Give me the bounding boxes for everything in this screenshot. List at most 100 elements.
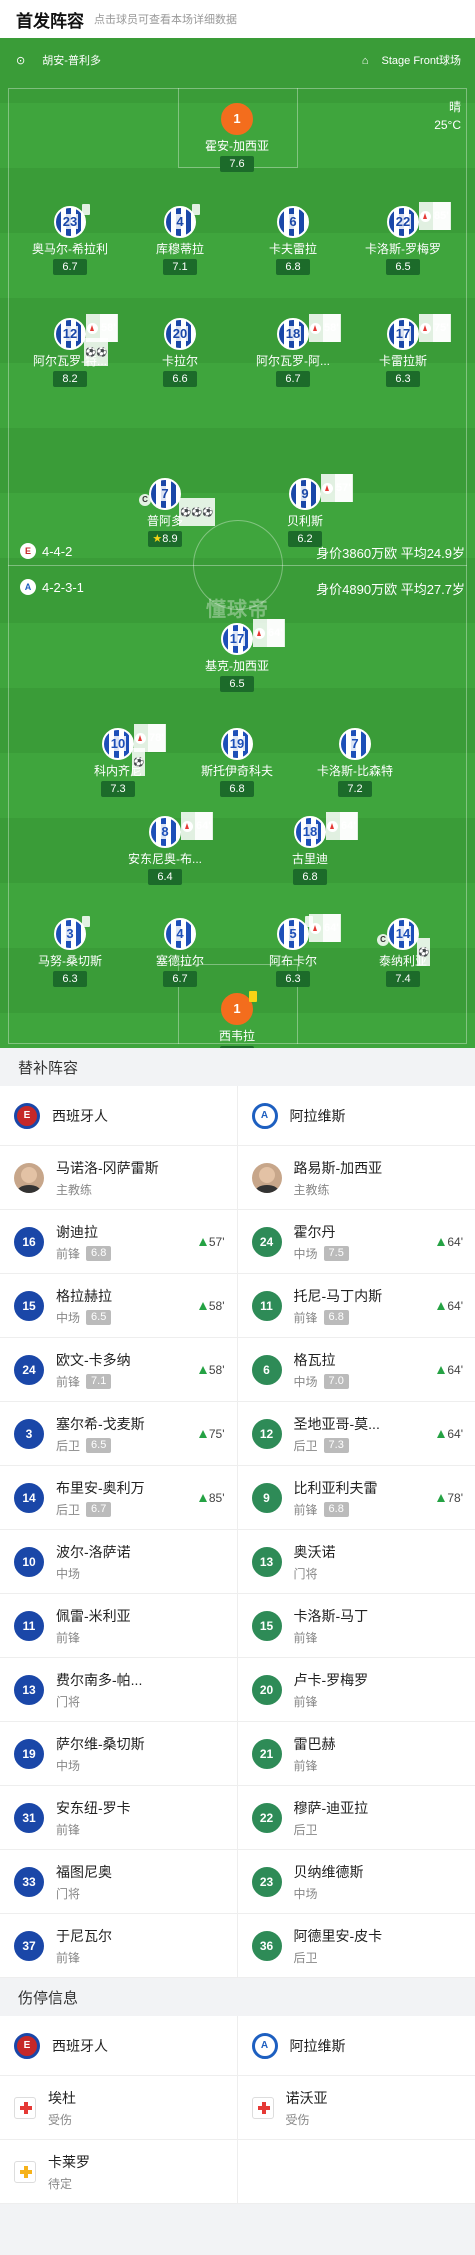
player-rating: 7.5 xyxy=(323,1245,349,1261)
away-player[interactable]: 10 78' ⚽ 科内齐尼 7.3 xyxy=(64,724,172,797)
sub-player-row[interactable]: 14 布里安-奥利万 后卫 6.7 85' xyxy=(0,1466,238,1530)
player-position: 后卫 xyxy=(56,1502,81,1517)
sub-player-row[interactable]: 12 圣地亚哥-莫... 后卫 7.3 64' xyxy=(237,1402,475,1466)
away-player[interactable]: 18 64' 古里迪 6.8 xyxy=(256,812,364,885)
away-player[interactable]: 8 64' 安东尼奥-布... 6.4 xyxy=(111,812,219,885)
sub-player-row[interactable]: 21 雷巴赫 前锋 xyxy=(237,1722,475,1786)
away-player[interactable]: 17 64' 基克-加西亚 6.5 xyxy=(183,619,291,692)
away-coach[interactable]: 路易斯-加西亚 主教练 xyxy=(237,1146,475,1210)
away-player[interactable]: 14 ⚽ C 泰纳利亚 7.4 xyxy=(349,918,457,987)
injury-row[interactable]: 卡莱罗 待定 xyxy=(0,2140,238,2204)
home-player[interactable]: 18 58' 阿尔瓦罗-阿... 6.7 xyxy=(239,314,347,387)
sub-player-row[interactable]: 23 贝纳维德斯 中场 xyxy=(237,1850,475,1914)
home-player[interactable]: 9 57' 贝利斯 6.2 xyxy=(251,474,359,547)
rating-value: 6.3 xyxy=(395,373,411,385)
away-player[interactable]: 4 塞德拉尔 6.7 xyxy=(126,918,234,987)
sub-player-row[interactable]: 20 卢卡-罗梅罗 前锋 xyxy=(237,1658,475,1722)
espanyol-logo-icon: E xyxy=(14,1102,40,1129)
shirt-number-badge: 18 58' xyxy=(277,314,341,350)
shirt-number-badge: 7 ⚽⚽⚽ C xyxy=(139,478,215,526)
home-team-header[interactable]: E 西班牙人 xyxy=(0,2016,238,2076)
player-rating: 6.2 xyxy=(288,531,322,547)
sub-player-row[interactable]: 13 费尔南多-帕... 门将 xyxy=(0,1658,238,1722)
home-player[interactable]: 7 ⚽⚽⚽ C 普阿多 ★8.9 xyxy=(111,478,219,547)
shirt-number-badge: 19 xyxy=(14,1738,44,1769)
shirt-number-badge: 10 78' ⚽ xyxy=(102,724,166,776)
sub-time: 85' xyxy=(208,1490,225,1505)
sub-player-row[interactable]: 15 卡洛斯-马丁 前锋 xyxy=(237,1594,475,1658)
sub-off-indicator: 64' xyxy=(181,812,213,840)
sub-arrow-icon xyxy=(135,732,146,744)
sub-player-row[interactable]: 16 谢迪拉 前锋 6.8 57' xyxy=(0,1210,238,1274)
away-formation: 4-2-3-1 xyxy=(42,579,84,595)
sub-player-row[interactable]: 11 托尼-马丁内斯 前锋 6.8 64' xyxy=(237,1274,475,1338)
rating-value: 6.8 xyxy=(285,261,301,273)
home-team-name: 西班牙人 xyxy=(52,2037,108,2054)
shirt-number-badge: 3 xyxy=(14,1418,44,1449)
sub-player-row[interactable]: 11 佩雷-米利亚 前锋 xyxy=(0,1594,238,1658)
away-player[interactable]: 19 斯托伊奇科夫 6.8 xyxy=(183,728,291,797)
home-player[interactable]: 6 卡夫雷拉 6.8 xyxy=(239,206,347,275)
shirt-number: 4 xyxy=(175,926,185,941)
sub-arrow-icon xyxy=(254,627,265,639)
home-player[interactable]: 12 58' ⚽⚽ 阿尔瓦罗-特... 8.2 xyxy=(16,314,124,387)
sub-player-row[interactable]: 10 波尔-洛萨诺 中场 xyxy=(0,1530,238,1594)
coach-name: 马诺洛-冈萨雷斯 xyxy=(56,1159,159,1176)
player-name: 托尼-马丁内斯 xyxy=(293,1287,383,1304)
sub-player-row[interactable]: 19 萨尔维-桑切斯 中场 xyxy=(0,1722,238,1786)
home-player[interactable]: 20 卡拉尔 6.6 xyxy=(126,318,234,387)
sub-player-row[interactable]: 15 格拉赫拉 中场 6.5 58' xyxy=(0,1274,238,1338)
shirt-number-badge: 36 xyxy=(251,1930,282,1961)
injury-row[interactable]: 埃杜 受伤 xyxy=(0,2076,238,2140)
rating-value: 6.8 xyxy=(229,783,245,795)
sub-off-indicator: 64' xyxy=(253,619,285,647)
home-player[interactable]: 4 库穆蒂拉 7.1 xyxy=(126,204,234,275)
sub-player-row[interactable]: 33 福图尼奥 门将 xyxy=(0,1850,238,1914)
sub-player-row[interactable]: 9 比利亚利夫雷 前锋 6.8 78' xyxy=(237,1466,475,1530)
sub-player-row[interactable]: 36 阿德里安-皮卡 后卫 xyxy=(237,1914,475,1978)
away-player[interactable]: 5 64' 阿布卡尔 6.3 xyxy=(239,914,347,987)
lineup-header: 首发阵容 点击球员可查看本场详细数据 xyxy=(0,0,475,38)
sub-off-indicator: 57' xyxy=(321,474,353,502)
sub-player-row[interactable]: 6 格瓦拉 中场 7.0 64' xyxy=(237,1338,475,1402)
injury-grid: E 西班牙人 A 阿拉维斯 埃杜 受伤 诺沃亚 受伤 卡莱罗 待定 xyxy=(0,2016,475,2204)
away-team-header[interactable]: A 阿拉维斯 xyxy=(237,1086,475,1146)
home-team-header[interactable]: E 西班牙人 xyxy=(0,1086,238,1146)
player-position: 中场 xyxy=(56,1310,81,1325)
home-coach[interactable]: 马诺洛-冈萨雷斯 主教练 xyxy=(0,1146,238,1210)
sub-player-row[interactable]: 3 塞尔希-戈麦斯 后卫 6.5 75' xyxy=(0,1402,238,1466)
sub-player-row[interactable]: 37 于尼瓦尔 前锋 xyxy=(0,1914,238,1978)
shirt-number-badge: 14 ⚽ C xyxy=(377,918,431,966)
player-position: 前锋 xyxy=(293,1310,318,1325)
sub-player-row[interactable]: 13 奥沃诺 门将 xyxy=(237,1530,475,1594)
home-player[interactable]: 23 奥马尔-希拉利 6.7 xyxy=(16,204,124,275)
home-player[interactable]: 17 75' 卡雷拉斯 6.3 xyxy=(349,314,457,387)
shirt-number-badge: 4 xyxy=(164,918,196,950)
weather-box: 晴 25°C xyxy=(434,98,461,134)
sub-off-indicator: 64' xyxy=(309,914,341,942)
sub-time: 64' xyxy=(267,619,284,647)
sub-player-row[interactable]: 22 穆萨-迪亚拉 后卫 xyxy=(237,1786,475,1850)
referee-name: 胡安-普利多 xyxy=(42,55,101,67)
away-player[interactable]: 3 马努-桑切斯 6.3 xyxy=(16,916,124,987)
temperature-text: 25°C xyxy=(434,118,461,132)
shirt-number-badge: 23 xyxy=(54,204,90,238)
away-team-header[interactable]: A 阿拉维斯 xyxy=(237,2016,475,2076)
home-team-badge: E xyxy=(20,543,36,559)
away-player[interactable]: 1 西韦拉 6.2 xyxy=(183,991,291,1048)
empty-cell xyxy=(237,2140,475,2204)
injury-row[interactable]: 诺沃亚 受伤 xyxy=(237,2076,475,2140)
sub-player-row[interactable]: 24 霍尔丹 中场 7.5 64' xyxy=(237,1210,475,1274)
player-position: 前锋 xyxy=(56,1246,81,1261)
home-player[interactable]: 22 85' 卡洛斯-罗梅罗 6.5 xyxy=(349,202,457,275)
sub-player-row[interactable]: 31 安东纽-罗卡 前锋 xyxy=(0,1786,238,1850)
sub-player-row[interactable]: 24 欧文-卡多纳 前锋 7.1 58' xyxy=(0,1338,238,1402)
player-rating: 6.7 xyxy=(86,1501,112,1517)
rating-value: 7.3 xyxy=(110,783,126,795)
player-name: 谢迪拉 xyxy=(56,1223,98,1240)
home-player[interactable]: 1 霍安-加西亚 7.6 xyxy=(183,103,291,172)
player-position: 前锋 xyxy=(56,1374,81,1389)
away-player[interactable]: 7 卡洛斯-比森特 7.2 xyxy=(301,728,409,797)
sub-in-arrow-icon xyxy=(198,1237,207,1246)
shirt-number-badge: 1 xyxy=(221,991,257,1025)
